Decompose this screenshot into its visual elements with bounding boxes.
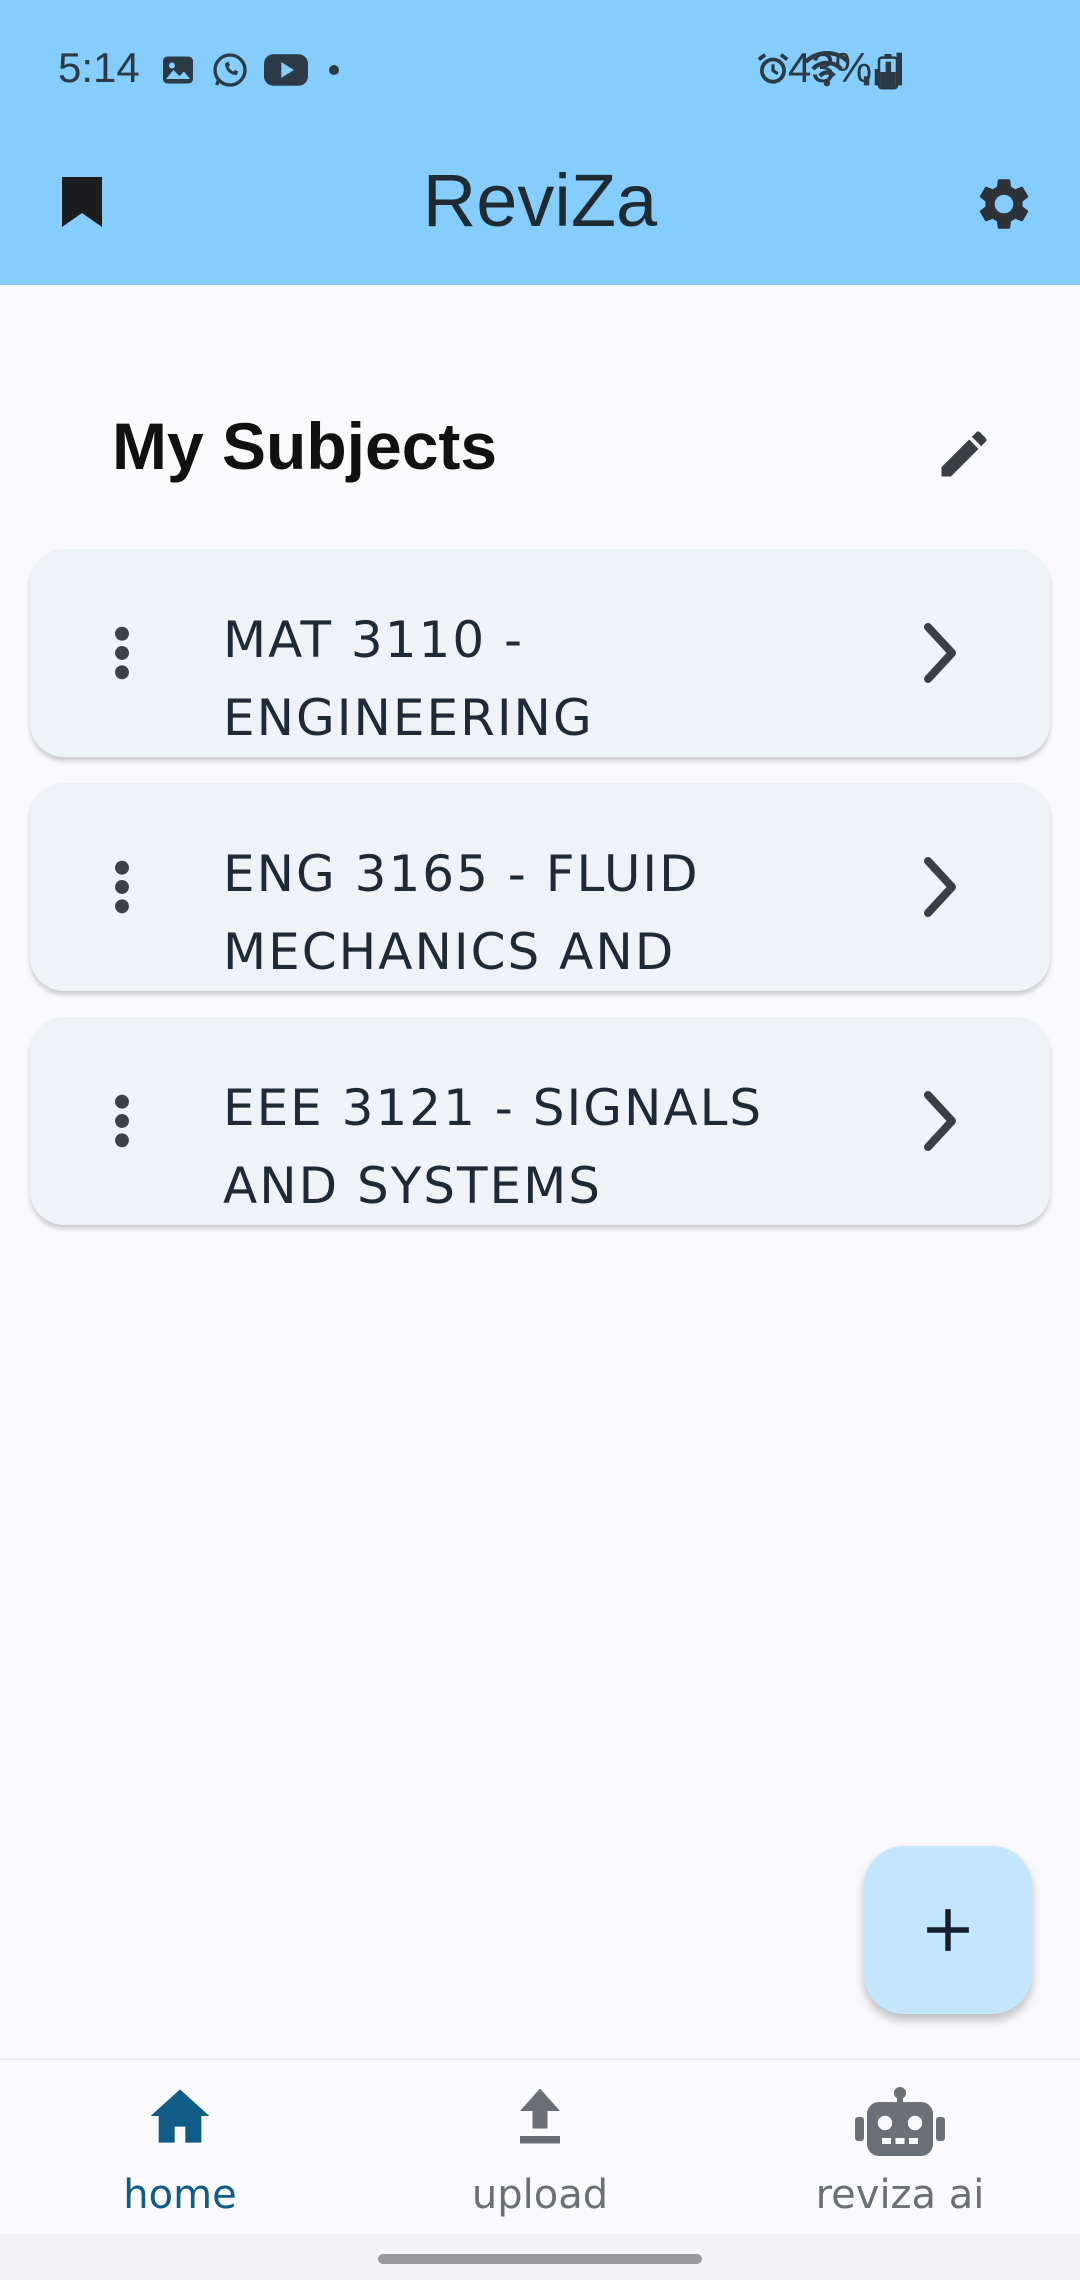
plus-icon (927, 1909, 969, 1951)
chevron-right-icon (910, 613, 970, 693)
battery-percent: 43% (788, 44, 873, 91)
top-bar: 5:14 43% ReviZa (0, 0, 1080, 285)
nav-label: home (123, 2172, 237, 2218)
gesture-navigation-area (0, 2234, 1080, 2280)
alarm-icon (754, 50, 792, 92)
more-options-button[interactable] (102, 847, 142, 927)
nav-upload[interactable]: upload (360, 2060, 720, 2236)
more-options-button[interactable] (102, 613, 142, 693)
subject-card[interactable]: ENG 3165 - FLUID MECHANICS AND (30, 783, 1050, 991)
subject-card[interactable]: EEE 3121 - SIGNALS AND SYSTEMS (30, 1017, 1050, 1225)
subject-label: MAT 3110 - ENGINEERING (223, 611, 594, 747)
gallery-icon (160, 52, 196, 92)
subject-label: EEE 3121 - SIGNALS AND SYSTEMS (223, 1079, 764, 1215)
dot-icon (322, 58, 346, 86)
whatsapp-icon (210, 50, 250, 94)
settings-button[interactable] (964, 164, 1044, 244)
nav-label: reviza ai (815, 2172, 985, 2218)
pencil-icon (941, 431, 987, 477)
add-subject-button[interactable] (864, 1846, 1032, 2014)
app-title: ReviZa (422, 159, 658, 242)
subject-list: MAT 3110 - ENGINEERING ENG 3165 - FLUID … (30, 549, 1050, 1251)
nav-label: upload (471, 2172, 609, 2218)
more-vertical-icon (115, 860, 129, 914)
section-title: My Subjects (112, 409, 498, 483)
upload-icon (520, 2088, 560, 2144)
more-vertical-icon (115, 1094, 129, 1148)
youtube-icon (264, 53, 308, 91)
gear-icon (979, 179, 1029, 229)
more-vertical-icon (115, 626, 129, 680)
nav-reviza-ai[interactable]: reviza ai (720, 2060, 1080, 2236)
nav-home[interactable]: home (0, 2060, 360, 2236)
status-time: 5:14 (58, 44, 140, 91)
subject-label: ENG 3165 - FLUID MECHANICS AND (223, 845, 700, 981)
chevron-right-icon (910, 847, 970, 927)
chevron-right-icon (910, 1081, 970, 1161)
edit-subjects-button[interactable] (920, 410, 1008, 498)
battery-icon (876, 54, 900, 94)
home-icon (150, 2089, 210, 2143)
more-options-button[interactable] (102, 1081, 142, 1161)
status-notification-icons (160, 50, 346, 94)
robot-icon (855, 2087, 945, 2156)
subject-card[interactable]: MAT 3110 - ENGINEERING (30, 549, 1050, 757)
bottom-navigation: home upload reviza ai (0, 2058, 1080, 2236)
home-gesture-handle[interactable] (378, 2254, 702, 2264)
